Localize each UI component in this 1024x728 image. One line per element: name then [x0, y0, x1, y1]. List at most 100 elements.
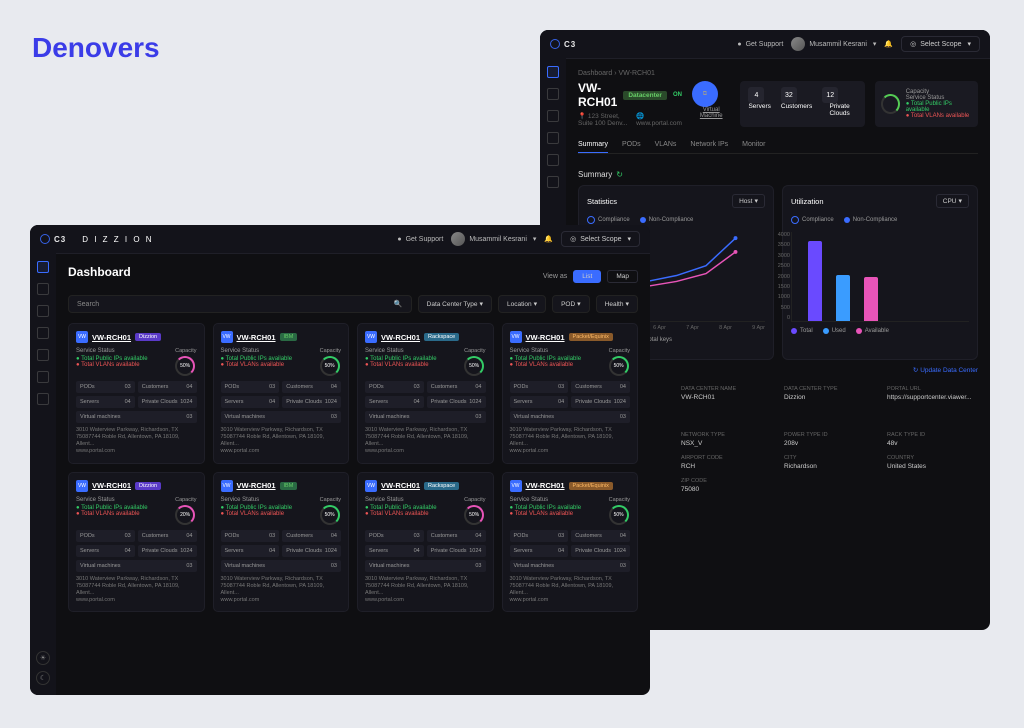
vm-button[interactable]: ⧉Virtual Machine [692, 81, 731, 127]
dc-icon: VW [76, 480, 88, 492]
topbar: C3 D I Z Z I O N ● Get Support Musammil … [30, 225, 650, 254]
support-link[interactable]: ● Get Support [397, 236, 443, 243]
legend-noncompliance[interactable]: Non-Compliance [640, 216, 694, 224]
scope-select[interactable]: ◎ Select Scope [901, 36, 980, 52]
breadcrumb[interactable]: Dashboard › VW-RCH01 [578, 70, 978, 77]
tabs: Summary PODs VLANs Network IPs Monitor [578, 137, 978, 154]
dc-name[interactable]: VW-RCH01 [92, 481, 131, 490]
bell-icon[interactable]: 🔔 [544, 235, 553, 243]
bell-icon[interactable]: 🔔 [884, 40, 893, 48]
dc-name[interactable]: VW-RCH01 [92, 333, 131, 342]
nav-settings-icon[interactable] [37, 305, 49, 317]
provider-tag: Rackspace [424, 482, 459, 490]
dc-card[interactable]: VWVW-RCH01Packet/Equinix Service Status … [502, 323, 639, 464]
info-item [784, 478, 875, 493]
provider-tag: Packet/Equinix [569, 482, 613, 490]
nav-chart-icon[interactable] [37, 393, 49, 405]
filter-location[interactable]: Location [498, 295, 546, 313]
provider-tag: IBM [280, 333, 298, 341]
dizzion-logo: D I Z Z I O N [82, 235, 153, 244]
brand-title: Denovers [32, 32, 160, 64]
stat-pills: 4Servers 32Customers 12Private Clouds [740, 81, 864, 127]
dc-card[interactable]: VWVW-RCH01IBM Service Status ● Total Pub… [213, 323, 350, 464]
dc-card[interactable]: VWVW-RCH01Dizzion Service Status ● Total… [68, 323, 205, 464]
dc-icon: VW [221, 480, 233, 492]
info-item: ZIP CODE75080 [681, 478, 772, 493]
cpu-select[interactable]: CPU [936, 194, 969, 208]
capacity-donut: 50% [175, 356, 195, 376]
dc-card[interactable]: VWVW-RCH01IBM Service Status ● Total Pub… [213, 472, 350, 613]
theme-dark[interactable]: ☾ [36, 671, 50, 685]
nav-users-icon[interactable] [37, 283, 49, 295]
dc-name[interactable]: VW-RCH01 [237, 333, 276, 342]
topbar: C3 ● Get Support Musammil Kesrani 🔔 ◎ Se… [540, 30, 990, 59]
capacity-donut: 50% [609, 356, 629, 376]
capacity-donut: 50% [464, 505, 484, 525]
tab-vlans[interactable]: VLANs [655, 137, 677, 153]
donut-icon [881, 94, 900, 114]
subinfo: 📍 123 Street, Suite 100 Denv... 🌐 www.po… [578, 112, 682, 127]
tab-pods[interactable]: PODs [622, 137, 641, 153]
dashboard-window: C3 D I Z Z I O N ● Get Support Musammil … [30, 225, 650, 695]
info-item: COUNTRYUnited States [887, 455, 978, 470]
dc-name[interactable]: VW-RCH01 [237, 481, 276, 490]
info-item [681, 409, 772, 424]
scope-select[interactable]: ◎ Select Scope [561, 231, 640, 247]
dc-name[interactable]: VW-RCH01 [526, 481, 565, 490]
info-item [887, 409, 978, 424]
info-item: DATA CENTER TYPEDizzion [784, 386, 875, 401]
dc-icon: VW [221, 331, 233, 343]
nav-doc-icon[interactable] [547, 132, 559, 144]
info-item: PORTAL URLhttps://supportcenter.viawer..… [887, 386, 978, 401]
dc-card[interactable]: VWVW-RCH01Rackspace Service Status ● Tot… [357, 472, 494, 613]
nav-list-icon[interactable] [37, 371, 49, 383]
map-toggle[interactable]: Map [607, 270, 638, 283]
legend-compliance[interactable]: Compliance [587, 216, 630, 224]
info-item: POWER TYPE ID208v [784, 432, 875, 447]
dc-name[interactable]: VW-RCH01 [381, 481, 420, 490]
nav-settings-icon[interactable] [547, 110, 559, 122]
c3-logo: C3 [550, 39, 576, 49]
user-menu[interactable]: Musammil Kesrani [791, 37, 876, 51]
info-item: NETWORK TYPENSX_V [681, 432, 772, 447]
nav-chart-icon[interactable] [547, 176, 559, 188]
nav-dashboard-icon[interactable] [37, 261, 49, 273]
list-toggle[interactable]: List [573, 270, 601, 283]
dc-icon: VW [365, 331, 377, 343]
nav-doc-icon[interactable] [37, 327, 49, 339]
provider-tag: Packet/Equinix [569, 333, 613, 341]
tab-network[interactable]: Network IPs [690, 137, 728, 153]
tab-summary[interactable]: Summary [578, 137, 608, 153]
info-item: DATA CENTER NAMEVW-RCH01 [681, 386, 772, 401]
support-link[interactable]: ● Get Support [737, 41, 783, 48]
dc-name[interactable]: VW-RCH01 [526, 333, 565, 342]
tab-monitor[interactable]: Monitor [742, 137, 765, 153]
nav-db-icon[interactable] [547, 154, 559, 166]
filter-dctype[interactable]: Data Center Type [418, 295, 492, 313]
user-menu[interactable]: Musammil Kesrani [451, 232, 536, 246]
host-select[interactable]: Host [732, 194, 765, 208]
search-input[interactable]: Search🔍 [68, 295, 412, 313]
dc-card[interactable]: VWVW-RCH01Dizzion Service Status ● Total… [68, 472, 205, 613]
dc-icon: VW [510, 480, 522, 492]
filter-health[interactable]: Health [596, 295, 638, 313]
provider-tag: Dizzion [135, 482, 161, 490]
dc-badge: Datacenter [623, 91, 667, 100]
summary-title: Summary ↻ [578, 164, 978, 185]
info-item: AIRPORT CODERCH [681, 455, 772, 470]
page-title: VW-RCH01 Datacenter ON [578, 81, 682, 109]
gear-icon [550, 39, 560, 49]
dc-card[interactable]: VWVW-RCH01Rackspace Service Status ● Tot… [357, 323, 494, 464]
filter-pod[interactable]: POD [552, 295, 590, 313]
dc-name[interactable]: VW-RCH01 [381, 333, 420, 342]
info-item: RACK TYPE ID48v [887, 432, 978, 447]
theme-light[interactable]: ☀ [36, 651, 50, 665]
nav-dashboard-icon[interactable] [547, 66, 559, 78]
nav-db-icon[interactable] [37, 349, 49, 361]
dc-card[interactable]: VWVW-RCH01Packet/Equinix Service Status … [502, 472, 639, 613]
provider-tag: IBM [280, 482, 298, 490]
nav-users-icon[interactable] [547, 88, 559, 100]
capacity-donut: 50% [320, 356, 340, 376]
page-title: Dashboard [68, 265, 131, 279]
dc-icon: VW [510, 331, 522, 343]
